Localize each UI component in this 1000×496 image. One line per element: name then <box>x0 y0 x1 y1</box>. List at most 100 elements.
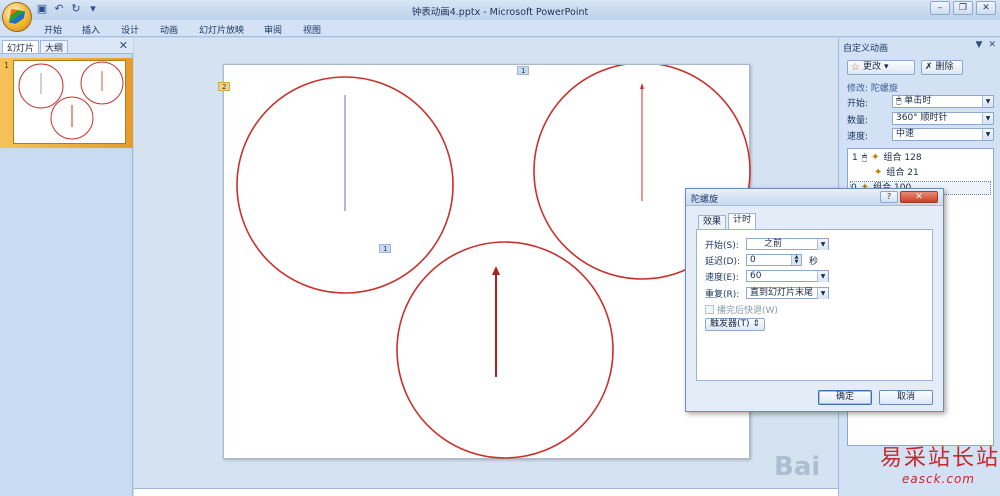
tab-animations[interactable]: 动画 <box>160 23 178 36</box>
mouse-icon: 🖱 <box>861 153 868 163</box>
site-watermark-url: easck.com <box>902 472 975 486</box>
repeat-value: 直到幻灯片末尾 <box>750 288 814 298</box>
repeat-select[interactable]: 直到幻灯片末尾 ▼ <box>746 287 829 299</box>
start-value: 之前 <box>764 239 783 249</box>
list-item[interactable]: ✦ 组合 21 <box>874 166 919 180</box>
close-icon[interactable]: ✕ <box>988 40 996 50</box>
title-bar: ▣ ↶ ↻ ▾ 钟表动画4.pptx - Microsoft PowerPoin… <box>0 0 1000 32</box>
list-item[interactable]: 1 🖱 ✦ 组合 128 <box>852 151 922 165</box>
amount-select[interactable]: 360° 顺时针 ▼ <box>892 112 994 125</box>
triggers-button[interactable]: 触发器(T) ⇕ <box>705 318 765 331</box>
window-controls: – ❐ ✕ <box>930 1 996 15</box>
ribbon-tabs: 开始 插入 设计 动画 幻灯片放映 审阅 视图 ? <box>0 20 1000 54</box>
animation-tag[interactable]: 2 <box>218 82 231 91</box>
cancel-button[interactable]: 取消 <box>879 390 933 405</box>
tab-review[interactable]: 审阅 <box>264 23 282 36</box>
speed-select[interactable]: 中速 ▼ <box>892 128 994 141</box>
expand-icon: ⇕ <box>752 319 760 329</box>
remove-label: 删除 <box>935 62 954 72</box>
star-icon: ☆ <box>851 62 860 73</box>
start-label: 开始(S): <box>705 241 739 251</box>
chevron-down-icon: ▾ <box>883 62 889 72</box>
tab-slideshow[interactable]: 幻灯片放映 <box>199 23 244 36</box>
tab-timing[interactable]: 计时 <box>728 213 757 230</box>
tab-slides[interactable]: 幻灯片 <box>2 40 40 54</box>
speed-label: 速度: <box>847 132 869 142</box>
slide-thumbnail-row[interactable]: 1 <box>0 58 133 148</box>
start-select[interactable]: 🖱 单击时 ▼ <box>892 95 994 108</box>
chevron-down-icon: ▼ <box>817 239 828 250</box>
rewind-checkbox[interactable] <box>705 305 714 314</box>
change-effect-button[interactable]: ☆ 更改 ▾ <box>847 60 915 75</box>
clock-face-bottom <box>396 241 614 459</box>
close-icon[interactable]: ✕ <box>119 39 128 52</box>
tab-outline[interactable]: 大纲 <box>40 40 69 54</box>
dialog-titlebar[interactable]: 陀螺旋 ? ✕ <box>686 189 943 206</box>
delay-label: 延迟(D): <box>705 257 740 267</box>
dialog-close-button[interactable]: ✕ <box>900 191 938 203</box>
delay-input[interactable]: 0 ▲ ▼ <box>746 254 802 266</box>
spinner-icon[interactable]: ▲ ▼ <box>791 255 801 265</box>
amount-value: 360° 顺时针 <box>896 113 948 123</box>
speed-select[interactable]: 60 ▼ <box>746 270 829 282</box>
start-select[interactable]: 之前 ▼ <box>746 238 829 250</box>
animation-tag[interactable]: 1 <box>517 66 530 75</box>
clock-hand-right-arrow <box>640 83 644 89</box>
rewind-checkbox-row: 播完后快退(W) <box>705 303 778 316</box>
dialog-title: 陀螺旋 <box>691 195 719 205</box>
start-label: 开始: <box>847 99 869 109</box>
delay-value: 0 <box>750 255 756 265</box>
baidu-watermark: Bai <box>774 452 821 482</box>
chevron-down-icon: ▼ <box>982 96 993 107</box>
notes-pane[interactable] <box>134 488 838 496</box>
slide-thumbnail[interactable] <box>13 60 126 144</box>
tab-insert[interactable]: 插入 <box>82 23 100 36</box>
dropdown-icon[interactable]: ▼ <box>976 40 983 50</box>
pane-tabs: 幻灯片 大纲 ✕ <box>0 38 133 54</box>
thumbnail-clocks <box>18 61 124 140</box>
tab-view[interactable]: 视图 <box>303 23 321 36</box>
modify-label: 修改: 陀螺旋 <box>847 84 898 94</box>
delay-unit: 秒 <box>809 257 819 267</box>
restore-button[interactable]: ❐ <box>953 1 973 15</box>
close-button[interactable]: ✕ <box>976 1 996 15</box>
chevron-down-icon: ▼ <box>982 129 993 140</box>
slide-clocks <box>236 62 751 459</box>
tab-effect[interactable]: 效果 <box>698 215 727 229</box>
change-label: 更改 <box>862 62 881 72</box>
pane-tools: ▼ ✕ <box>976 40 996 50</box>
slide-canvas[interactable]: 1 2 1 <box>218 62 751 459</box>
mouse-icon: 🖱 <box>896 96 902 106</box>
timing-panel: 开始(S): 之前 ▼ 延迟(D): 0 ▲ ▼ 秒 速度(E): 60 ▼ 重复… <box>696 229 933 381</box>
chevron-down-icon: ▼ <box>817 288 828 299</box>
speed-value: 60 <box>750 271 762 281</box>
triggers-label: 触发器(T) <box>710 319 750 329</box>
help-button[interactable]: ? <box>880 191 898 203</box>
spin-effect-dialog: 陀螺旋 ? ✕ 效果 计时 开始(S): 之前 ▼ 延迟(D): 0 ▲ ▼ 秒 … <box>685 188 944 412</box>
animation-tag[interactable]: 1 <box>379 244 392 253</box>
remove-icon: ✗ <box>925 62 933 72</box>
office-button[interactable] <box>2 2 32 32</box>
item-number: 1 <box>852 153 858 163</box>
chevron-down-icon: ▼ <box>982 113 993 124</box>
minimize-button[interactable]: – <box>930 1 950 15</box>
slide-number: 1 <box>4 61 10 70</box>
speed-value: 中速 <box>896 129 915 139</box>
pane-title: 自定义动画 <box>843 44 889 54</box>
window-title: 钟表动画4.pptx - Microsoft PowerPoint <box>411 7 589 18</box>
amount-label: 数量: <box>847 116 869 126</box>
tab-home[interactable]: 开始 <box>44 23 62 36</box>
repeat-label: 重复(R): <box>705 290 740 300</box>
remove-effect-button[interactable]: ✗ 删除 <box>921 60 963 75</box>
clock-hand-bottom-arrow <box>492 266 500 275</box>
item-name: 组合 21 <box>886 168 919 178</box>
speed-label: 速度(E): <box>705 273 739 283</box>
rewind-label: 播完后快退(W) <box>717 306 778 316</box>
slides-pane: 幻灯片 大纲 ✕ 1 <box>0 38 133 496</box>
ok-button[interactable]: 确定 <box>818 390 872 405</box>
site-watermark: 易采站长站 <box>880 446 1000 471</box>
spin-effect-icon: ✦ <box>874 167 883 178</box>
start-value: 单击时 <box>904 96 932 106</box>
tab-design[interactable]: 设计 <box>121 23 139 36</box>
item-name: 组合 128 <box>883 153 922 163</box>
